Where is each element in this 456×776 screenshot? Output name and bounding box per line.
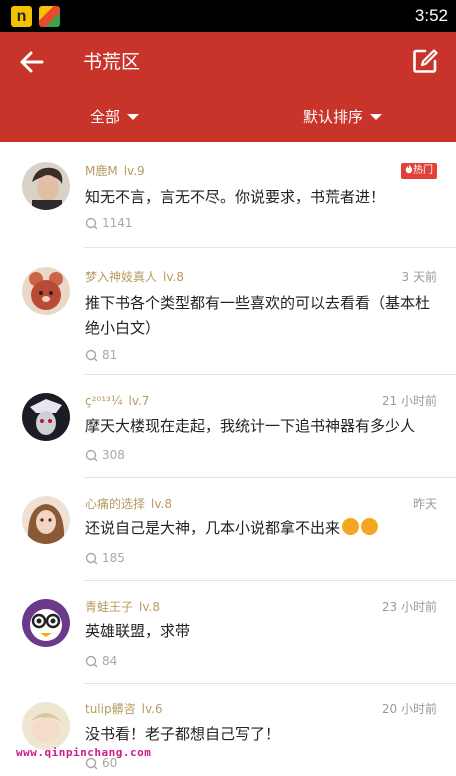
list-item[interactable]: ç²⁰¹³¼ lv.7 21 小时前 摩天大楼现在走起，我统计一下追书神器有多少人… — [0, 375, 456, 478]
username: ç²⁰¹³¼ — [85, 394, 123, 408]
post-text[interactable]: 推下书各个类型都有一些喜欢的可以去看看（基本杜绝小白文） — [85, 291, 440, 341]
username: 梦入神妓真人 — [85, 270, 158, 284]
username: M鹿M — [85, 164, 118, 178]
post-time: 23 小时前 — [381, 600, 437, 614]
comment-count: 1141 — [85, 214, 133, 232]
comment-icon — [85, 349, 98, 361]
post-text[interactable]: 没书看！老子都想自己写了！ — [85, 722, 440, 747]
angry-emoji-icon — [342, 518, 360, 535]
avatar[interactable] — [22, 702, 70, 750]
user-level: lv.9 — [123, 164, 145, 178]
comment-count-value: 308 — [102, 448, 125, 462]
comment-count: 185 — [85, 549, 125, 567]
category-filter[interactable]: 全部 — [90, 104, 140, 130]
user-level: lv.7 — [128, 394, 150, 408]
post-author[interactable]: 心痛的选择 lv.8 — [85, 495, 172, 513]
hot-badge-label: 热门 — [413, 165, 433, 176]
list-item[interactable]: 梦入神妓真人 lv.8 3 天前 推下书各个类型都有一些喜欢的可以去看看（基本杜绝… — [0, 248, 456, 375]
category-filter-label: 全部 — [90, 108, 121, 126]
arrow-left-icon[interactable] — [18, 48, 46, 76]
post-list[interactable]: M鹿M lv.9 热门 知无不言，言无不尽。你说要求，书荒者进！ 1141 梦入神… — [0, 142, 456, 776]
user-level: lv.6 — [141, 702, 163, 716]
angry-emoji-icon — [361, 518, 379, 535]
comment-icon — [85, 655, 98, 667]
post-text[interactable]: 摩天大楼现在走起，我统计一下追书神器有多少人 — [85, 414, 440, 439]
app-bar: 书荒区 全部 默认排序 — [0, 32, 456, 142]
list-item[interactable]: 心痛的选择 lv.8 昨天 还说自己是大神，几本小说都拿不出来 185 — [0, 478, 456, 581]
hot-badge: 热门 — [401, 163, 437, 179]
comment-icon — [85, 449, 98, 461]
page-title: 书荒区 — [83, 51, 141, 73]
fire-icon — [405, 164, 413, 174]
post-author[interactable]: tulip髒咨 lv.6 — [85, 700, 163, 718]
post-time: 21 小时前 — [381, 394, 437, 408]
avatar[interactable] — [22, 599, 70, 647]
post-author[interactable]: 梦入神妓真人 lv.8 — [85, 268, 184, 286]
list-item[interactable]: M鹿M lv.9 热门 知无不言，言无不尽。你说要求，书荒者进！ 1141 — [0, 142, 456, 248]
list-item[interactable]: tulip髒咨 lv.6 20 小时前 没书看！老子都想自己写了！ 60 — [0, 684, 456, 776]
post-text-content: 还说自己是大神，几本小说都拿不出来 — [85, 519, 341, 537]
post-author[interactable]: 青蛙王子 lv.8 — [85, 598, 160, 616]
comment-count-value: 81 — [102, 348, 118, 362]
edit-icon[interactable] — [412, 48, 438, 74]
post-time: 3 天前 — [401, 270, 437, 284]
user-level: lv.8 — [139, 600, 160, 614]
user-level: lv.8 — [163, 270, 184, 284]
post-time: 昨天 — [412, 497, 437, 511]
post-author[interactable]: M鹿M lv.9 — [85, 162, 145, 180]
comment-count-value: 185 — [102, 551, 125, 565]
list-item[interactable]: 青蛙王子 lv.8 23 小时前 英雄联盟，求带 84 — [0, 581, 456, 684]
post-time: 20 小时前 — [381, 702, 437, 716]
avatar[interactable] — [22, 496, 70, 544]
chevron-down-icon — [127, 114, 140, 120]
sort-filter-label: 默认排序 — [303, 108, 364, 126]
avatar[interactable] — [22, 267, 70, 315]
comment-count-value: 1141 — [102, 216, 133, 230]
watermark: www.qinpinchang.com — [16, 746, 152, 759]
notification-app-icon: n — [11, 6, 32, 27]
post-author[interactable]: ç²⁰¹³¼ lv.7 — [85, 392, 149, 410]
post-text[interactable]: 还说自己是大神，几本小说都拿不出来 — [85, 516, 440, 541]
comment-icon — [85, 217, 98, 229]
avatar[interactable] — [22, 162, 70, 210]
comment-count: 84 — [85, 652, 117, 670]
chevron-down-icon — [370, 114, 383, 120]
comment-icon — [85, 552, 98, 564]
comment-count-value: 84 — [102, 654, 118, 668]
comment-count: 308 — [85, 446, 125, 464]
status-bar: n 3:52 — [0, 0, 456, 32]
status-time: 3:52 — [414, 6, 448, 25]
avatar[interactable] — [22, 393, 70, 441]
username: tulip髒咨 — [85, 702, 136, 716]
game-center-icon — [39, 6, 60, 27]
post-text[interactable]: 知无不言，言无不尽。你说要求，书荒者进！ — [85, 185, 440, 210]
sort-filter[interactable]: 默认排序 — [303, 104, 383, 130]
username: 心痛的选择 — [85, 497, 146, 511]
user-level: lv.8 — [151, 497, 172, 511]
post-text[interactable]: 英雄联盟，求带 — [85, 619, 440, 644]
comment-count: 81 — [85, 346, 117, 364]
username: 青蛙王子 — [85, 600, 134, 614]
